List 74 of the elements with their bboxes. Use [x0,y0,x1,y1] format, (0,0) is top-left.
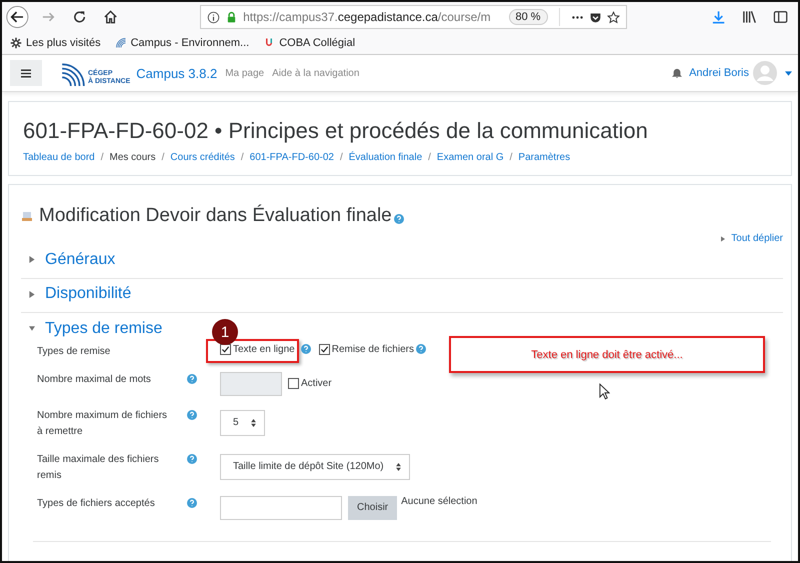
gear-icon [10,37,22,49]
breadcrumb-separator: / [100,152,104,163]
field-label: Taille maximale des fichiers remis [37,452,160,482]
star-icon[interactable] [606,10,620,24]
triangle-down-icon [29,325,35,332]
breadcrumb-separator: / [162,152,164,163]
triangle-right-icon [29,290,35,298]
input-field[interactable] [220,496,342,520]
breadcrumb-item[interactable]: Tableau de bord [23,152,95,163]
section-toggle[interactable]: Disponibilité [29,285,132,303]
home-icon[interactable] [102,9,118,25]
info-icon[interactable] [207,10,220,24]
check-icon [320,344,329,354]
sort-arrows-icon [396,462,401,470]
help-icon[interactable] [187,454,197,464]
expand-all-link[interactable]: Tout déplier [721,233,783,244]
checkbox[interactable]: Remise de fichiers [318,344,414,354]
lines-logo-icon [114,37,127,49]
menu-icon [21,68,31,78]
triangle-icon [721,236,726,242]
sort-arrows-icon [250,418,256,426]
breadcrumb-item[interactable]: Paramètres [518,152,570,163]
section-toggle[interactable]: Types de remise [29,320,162,338]
selection-status: Aucune sélection [401,496,478,506]
callout-text: Texte en ligne doit être activé... [531,348,683,360]
nav-link[interactable]: Aide à la navigation [272,68,360,78]
bookmark[interactable]: COBA Collégial [263,37,356,49]
bookmark[interactable]: Campus - Environnem... [114,37,250,49]
breadcrumb-separator: / [510,152,512,163]
download-icon[interactable] [710,9,726,25]
select-dropdown[interactable]: Taille limite de dépôt Site (120Mo) [220,454,410,480]
sidebar-icon[interactable] [772,9,788,25]
field-label: Nombre maximum de fichiers à remettre [37,408,168,438]
breadcrumb-item[interactable]: Examen oral G [436,152,504,163]
back-icon[interactable] [6,5,29,29]
help-icon[interactable] [187,374,197,384]
choose-button[interactable]: Choisir [348,496,398,520]
help-icon[interactable] [394,214,404,224]
triangle-right-icon [29,256,35,263]
checkbox[interactable]: Activer [288,378,332,389]
nav-link[interactable]: Ma page [225,68,264,78]
bell-icon[interactable] [671,67,684,79]
help-icon[interactable] [300,344,311,354]
pocket-icon[interactable] [588,10,602,24]
address-bar[interactable]: https://campus37.cegepadistance.ca/course/m 80 % [200,5,627,29]
caret-icon[interactable] [785,70,792,76]
help-icon[interactable] [416,344,426,354]
site-name[interactable]: Campus 3.8.2 [136,66,218,80]
section-toggle[interactable]: Généraux [29,250,116,268]
field-label: Nombre maximal de mots [37,372,152,386]
breadcrumb-item[interactable]: Évaluation finale [348,152,422,163]
field-label: Types de remise [37,344,112,358]
breadcrumb-item[interactable]: Cours crédités [170,152,235,163]
breadcrumb-separator: / [428,152,431,163]
breadcrumb-separator: / [240,152,244,163]
select-dropdown[interactable]: 5 [220,410,265,436]
form-heading: Modification Devoir dans Évaluation finale [39,205,392,227]
cursor-icon [599,383,610,400]
page-title: 601-FPA-FD-60-02 • Principes et procédés de la communication [23,118,649,144]
check-icon [221,344,230,354]
help-icon[interactable] [187,498,197,508]
assignment-icon [21,210,33,222]
reload-icon[interactable] [72,9,87,25]
user-name[interactable]: Andrei Boris [689,67,749,79]
menu-button[interactable] [10,60,42,86]
library-icon[interactable] [742,9,757,25]
step-badge: 1 [212,319,238,345]
bookmark[interactable]: Les plus visités [10,37,101,49]
help-icon[interactable] [187,410,197,420]
breadcrumb-item: Mes cours [110,152,156,163]
breadcrumb-item[interactable]: 601-FPA-FD-60-02 [250,152,334,163]
breadcrumb-separator: / [340,152,343,163]
zoom-level[interactable]: 80 % [508,9,548,25]
field-label: Types de fichiers acceptés [37,496,156,510]
